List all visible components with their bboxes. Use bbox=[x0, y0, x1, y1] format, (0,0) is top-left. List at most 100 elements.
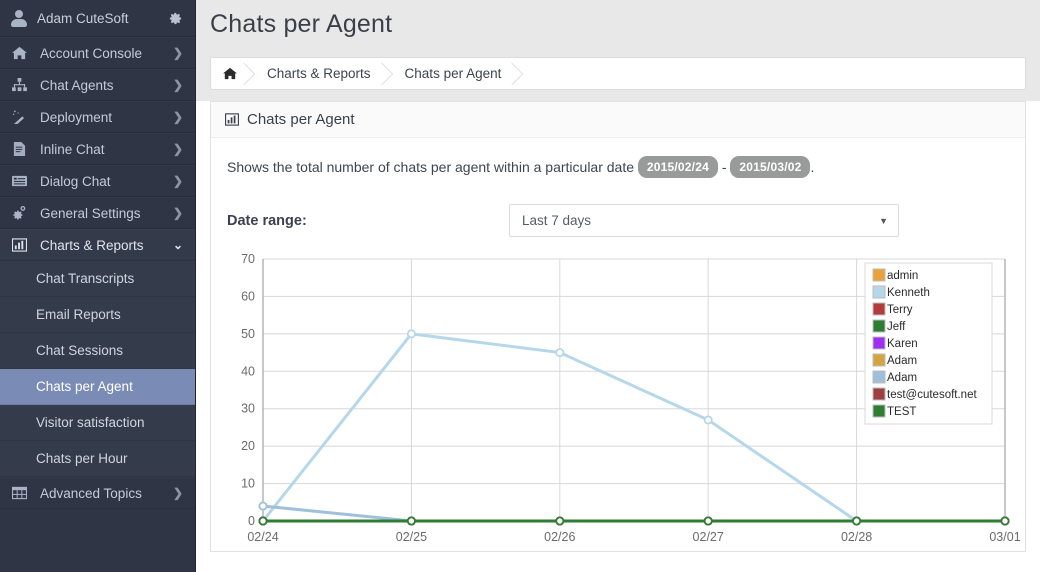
sitemap-icon bbox=[12, 78, 31, 92]
y-axis-tick: 30 bbox=[241, 402, 255, 416]
sidebar-item-account-console[interactable]: Account Console ❯ bbox=[0, 37, 195, 69]
sidebar-subitem-label: Chats per Hour bbox=[36, 451, 128, 466]
sidebar-subitem-label: Email Reports bbox=[36, 307, 121, 322]
sidebar-subitem-label: Chat Transcripts bbox=[36, 271, 135, 286]
date-range-row: Date range: Last 7 days ▼ bbox=[227, 204, 1009, 237]
table-icon bbox=[12, 486, 31, 500]
date-range-label: Date range: bbox=[227, 212, 307, 229]
sidebar-item-label: Dialog Chat bbox=[40, 173, 111, 189]
sidebar-item-chat-transcripts[interactable]: Chat Transcripts bbox=[0, 261, 195, 297]
breadcrumb-container: Charts & Reports Chats per Agent bbox=[196, 57, 1040, 101]
page-title: Chats per Agent bbox=[210, 10, 393, 38]
panel-title: Chats per Agent bbox=[247, 111, 355, 128]
chevron-right-icon: ❯ bbox=[172, 110, 183, 124]
sidebar-item-advanced-topics[interactable]: Advanced Topics ❯ bbox=[0, 477, 195, 509]
chevron-right-icon: ❯ bbox=[172, 46, 183, 60]
date-from-badge: 2015/02/24 bbox=[637, 156, 718, 178]
sidebar-subitem-label: Visitor satisfaction bbox=[36, 415, 145, 430]
sidebar-item-chat-sessions[interactable]: Chat Sessions bbox=[0, 333, 195, 369]
main-content: Chats per Agent Charts & Reports Chats p… bbox=[196, 0, 1040, 572]
sidebar-item-label: Account Console bbox=[40, 45, 143, 61]
date-range-value: Last 7 days bbox=[522, 213, 592, 228]
x-axis-tick: 02/24 bbox=[247, 530, 278, 544]
legend-label: admin bbox=[887, 270, 918, 282]
sidebar-item-label: Charts & Reports bbox=[40, 237, 144, 253]
sidebar-submenu: Chat Transcripts Email Reports Chat Sess… bbox=[0, 261, 195, 477]
sidebar: Adam CuteSoft Account Console ❯ Chat Age… bbox=[0, 0, 196, 572]
home-icon bbox=[12, 46, 31, 60]
sidebar-item-email-reports[interactable]: Email Reports bbox=[0, 297, 195, 333]
panel-body: Shows the total number of chats per agen… bbox=[211, 138, 1025, 551]
sidebar-item-label: Inline Chat bbox=[40, 141, 105, 157]
y-axis-tick: 10 bbox=[241, 477, 255, 491]
chart-container[interactable]: 0 10 20 30 40 50 60 70 02/24 02/25 02/26 02/27 02/28… bbox=[227, 251, 1021, 551]
legend-label: Kenneth bbox=[887, 287, 930, 299]
y-axis-tick: 0 bbox=[248, 514, 255, 528]
date-range-select[interactable]: Last 7 days ▼ bbox=[509, 204, 899, 237]
report-description: Shows the total number of chats per agen… bbox=[227, 156, 1009, 178]
chats-per-agent-line-chart[interactable]: 0 10 20 30 40 50 60 70 02/24 02/25 02/26 02/27 02/28… bbox=[227, 251, 1037, 551]
breadcrumb-home[interactable] bbox=[211, 58, 251, 89]
home-icon bbox=[223, 67, 237, 80]
bar-chart-icon bbox=[225, 113, 239, 126]
legend-label: test@cutesoft.net bbox=[887, 389, 977, 401]
gear-icon[interactable] bbox=[168, 11, 183, 26]
x-axis-tick: 03/01 bbox=[989, 530, 1020, 544]
sidebar-item-chats-per-agent[interactable]: Chats per Agent bbox=[0, 369, 195, 405]
breadcrumb: Charts & Reports Chats per Agent bbox=[210, 57, 1026, 90]
app-root: Adam CuteSoft Account Console ❯ Chat Age… bbox=[0, 0, 1040, 572]
sidebar-item-label: Advanced Topics bbox=[40, 485, 142, 501]
y-axis-tick: 20 bbox=[241, 439, 255, 453]
magic-wand-icon bbox=[12, 110, 31, 124]
x-axis-tick: 02/27 bbox=[693, 530, 724, 544]
chevron-right-icon: ❯ bbox=[172, 142, 183, 156]
document-icon bbox=[12, 142, 31, 156]
legend-label: TEST bbox=[887, 406, 916, 418]
user-avatar-icon bbox=[10, 9, 28, 27]
breadcrumb-item-charts-reports[interactable]: Charts & Reports bbox=[251, 58, 389, 89]
sidebar-item-general-settings[interactable]: General Settings ❯ bbox=[0, 197, 195, 229]
sidebar-item-charts-reports[interactable]: Charts & Reports ⌄ bbox=[0, 229, 195, 261]
list-icon bbox=[12, 174, 31, 188]
report-panel: Chats per Agent Shows the total number o… bbox=[210, 101, 1026, 552]
description-prefix: Shows the total number of chats per agen… bbox=[227, 159, 635, 175]
sidebar-user-row[interactable]: Adam CuteSoft bbox=[0, 0, 195, 37]
legend-label: Terry bbox=[887, 304, 913, 316]
breadcrumb-item-chats-per-agent[interactable]: Chats per Agent bbox=[389, 58, 520, 89]
legend-label: Adam bbox=[887, 372, 917, 384]
chevron-down-icon: ▼ bbox=[879, 215, 888, 226]
description-suffix: . bbox=[810, 159, 815, 175]
sidebar-item-label: Deployment bbox=[40, 109, 113, 125]
y-axis-tick: 70 bbox=[241, 252, 255, 266]
sidebar-user-name: Adam CuteSoft bbox=[37, 10, 129, 26]
sidebar-subitem-label: Chats per Agent bbox=[36, 379, 133, 394]
sidebar-item-label: Chat Agents bbox=[40, 77, 114, 93]
page-header: Chats per Agent bbox=[196, 0, 1040, 57]
chevron-right-icon: ❯ bbox=[172, 174, 183, 188]
legend-label: Jeff bbox=[887, 321, 906, 333]
sidebar-main-menu: Account Console ❯ Chat Agents ❯ Deployme… bbox=[0, 37, 195, 261]
bar-chart-icon bbox=[12, 238, 31, 252]
sidebar-item-chats-per-hour[interactable]: Chats per Hour bbox=[0, 441, 195, 477]
chevron-down-icon: ⌄ bbox=[172, 238, 183, 252]
date-separator: - bbox=[721, 159, 727, 175]
sidebar-item-chat-agents[interactable]: Chat Agents ❯ bbox=[0, 69, 195, 101]
date-to-badge: 2015/03/02 bbox=[730, 156, 811, 178]
sidebar-item-visitor-satisfaction[interactable]: Visitor satisfaction bbox=[0, 405, 195, 441]
chevron-right-icon: ❯ bbox=[172, 206, 183, 220]
legend-label: Karen bbox=[887, 338, 918, 350]
legend-label: Adam bbox=[887, 355, 917, 367]
sidebar-item-inline-chat[interactable]: Inline Chat ❯ bbox=[0, 133, 195, 165]
x-axis-tick: 02/25 bbox=[396, 530, 427, 544]
x-axis-tick: 02/28 bbox=[841, 530, 872, 544]
y-axis-tick: 60 bbox=[241, 289, 255, 303]
chart-legend: admin Kenneth Terry Jeff Karen Adam Adam test@c… bbox=[864, 262, 993, 425]
panel-header: Chats per Agent bbox=[211, 102, 1025, 138]
gears-icon bbox=[12, 206, 31, 220]
chevron-right-icon: ❯ bbox=[172, 486, 183, 500]
sidebar-item-label: General Settings bbox=[40, 205, 141, 221]
sidebar-item-deployment[interactable]: Deployment ❯ bbox=[0, 101, 195, 133]
sidebar-subitem-label: Chat Sessions bbox=[36, 343, 124, 358]
y-axis-tick: 50 bbox=[241, 327, 255, 341]
sidebar-item-dialog-chat[interactable]: Dialog Chat ❯ bbox=[0, 165, 195, 197]
